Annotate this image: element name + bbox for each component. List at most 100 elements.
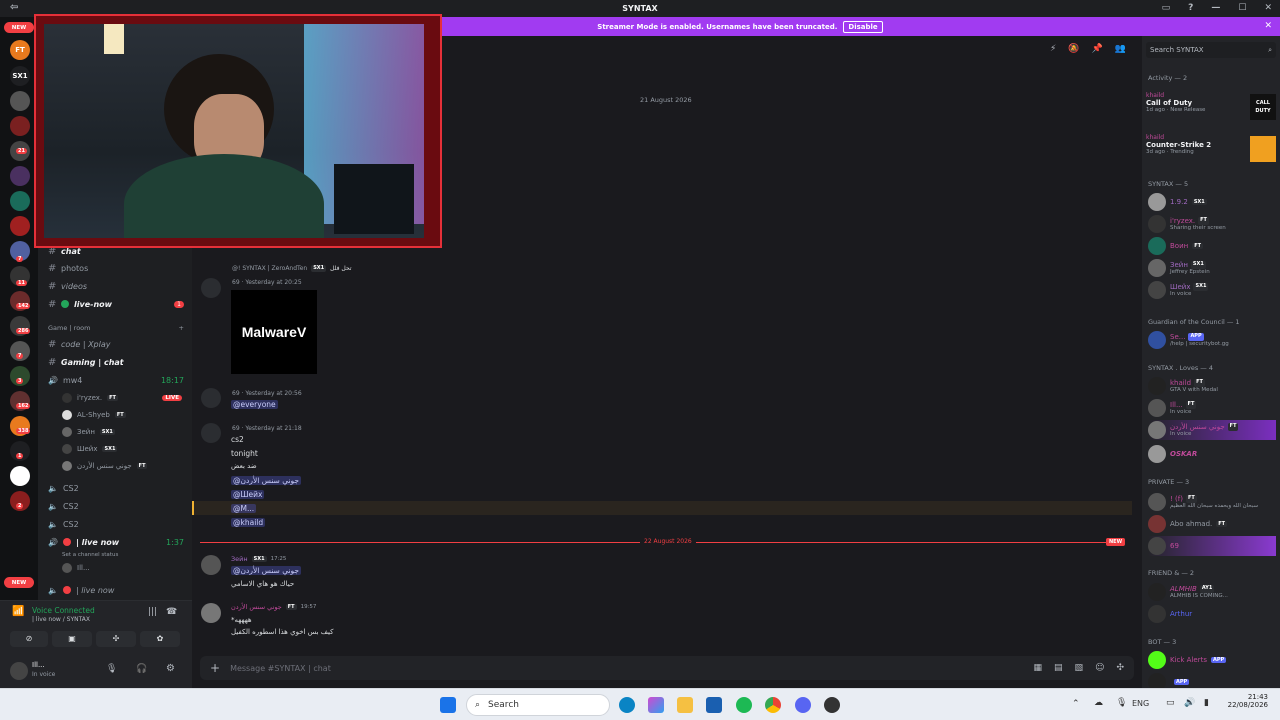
clock[interactable]: 21:43 22/08/2026	[1222, 693, 1268, 709]
back-icon[interactable]: ⇦	[10, 2, 18, 13]
activity-card[interactable]: khaild Counter-Strike 2 3d ago · Trendin…	[1146, 134, 1276, 168]
disconnect-icon[interactable]: ☎	[166, 607, 177, 617]
member-item[interactable]: جوني سنس الأردن FT In voice	[1148, 420, 1276, 440]
copilot-icon[interactable]	[648, 697, 664, 713]
server-ft[interactable]: FT	[10, 40, 30, 60]
sticker-icon[interactable]: ▧	[1075, 663, 1084, 673]
store-icon[interactable]	[706, 697, 722, 713]
member-item[interactable]: Шейх SX1 In voice	[1148, 280, 1276, 300]
channel-live-now[interactable]: # live-now 1	[48, 297, 184, 311]
member-item[interactable]: Зейн SX1 Jeffrey Epstein	[1148, 258, 1276, 278]
gif-icon[interactable]: ▤	[1054, 663, 1063, 673]
member-item[interactable]: Ill... FT In voice	[1148, 398, 1276, 418]
activity-card[interactable]: khaild Call of Duty 1d ago · New Release…	[1146, 92, 1276, 126]
tray-chevron-icon[interactable]: ⌃	[1072, 699, 1080, 709]
voice-user[interactable]: جوني سنس الأردن FT	[62, 459, 148, 473]
mic-icon[interactable]: 🎙	[106, 664, 117, 674]
member-item[interactable]: Abo ahmad. FT	[1148, 514, 1276, 534]
avatar[interactable]	[201, 555, 221, 575]
member-item[interactable]: OSKAR	[1148, 444, 1276, 464]
member-item[interactable]: APP	[1148, 672, 1276, 688]
maximize-button[interactable]: ☐	[1238, 3, 1246, 13]
voice-user[interactable]: i'ryzex. FT LIVE	[62, 391, 182, 405]
message-input[interactable]: Message #SYNTAX | chat	[230, 664, 1033, 673]
voice-channel-cs2[interactable]: 🔈 CS2	[48, 517, 184, 531]
members-icon[interactable]: 👥	[1115, 44, 1126, 54]
notification-icon[interactable]: 🔕	[1068, 44, 1079, 54]
signal-icon[interactable]: 📶	[12, 606, 24, 617]
server-icon[interactable]	[10, 216, 30, 236]
language-indicator[interactable]: ENG	[1132, 699, 1149, 708]
add-channel-icon[interactable]: +	[179, 324, 184, 332]
noise-icon[interactable]: |||	[148, 607, 157, 617]
new-pill-top[interactable]: NEW	[4, 22, 34, 33]
mic-tray-icon[interactable]: 🎙	[1116, 698, 1127, 708]
app-icon[interactable]	[824, 697, 840, 713]
voice-channel-live-now[interactable]: 🔊 | live now 1:37	[48, 535, 184, 549]
channel-gaming-chat[interactable]: # Gaming | chat	[48, 355, 184, 369]
avatar[interactable]	[10, 662, 28, 680]
avatar[interactable]	[201, 278, 221, 298]
server-icon[interactable]	[10, 191, 30, 211]
voice-channel-live-now-2[interactable]: 🔈 | live now	[48, 583, 184, 597]
mention[interactable]: @جوني سنس الأردن	[231, 476, 302, 485]
member-item[interactable]: 1.9.2 SX1	[1148, 192, 1276, 212]
member-item[interactable]: Воин FT	[1148, 236, 1276, 256]
category-game-room[interactable]: Game | room +	[48, 321, 184, 335]
member-item[interactable]: ALMHIB AY1 ALMHIB IS COMING...	[1148, 582, 1276, 602]
screen-share-icon[interactable]: ▣	[52, 631, 92, 647]
gift-icon[interactable]: ▦	[1034, 663, 1043, 673]
author-name[interactable]: جوني سنس الأردن	[231, 603, 282, 611]
voice-channel-cs2[interactable]: 🔈 CS2	[48, 499, 184, 513]
avatar[interactable]	[201, 603, 221, 623]
battery-icon[interactable]: ▮	[1204, 698, 1209, 708]
add-attachment-icon[interactable]: +	[210, 661, 220, 675]
help-icon[interactable]: ?	[1188, 3, 1193, 13]
notice-close-button[interactable]: ✕	[1040, 17, 1280, 36]
member-item[interactable]: Arthur	[1148, 604, 1276, 624]
voice-channel[interactable]: | live now / SYNTAX	[32, 616, 90, 623]
disable-button[interactable]: Disable	[843, 20, 883, 33]
voice-user[interactable]: Зейн SX1	[62, 425, 115, 439]
channel-code[interactable]: # code | Xplay	[48, 337, 184, 351]
edge-icon[interactable]	[619, 697, 635, 713]
cloud-icon[interactable]: ☁	[1094, 698, 1103, 708]
camera-off-icon[interactable]: ⊘	[10, 631, 48, 647]
avatar[interactable]	[201, 423, 221, 443]
author-name[interactable]: 69	[232, 279, 240, 286]
author-name[interactable]: Зейн	[231, 555, 248, 563]
member-item[interactable]: ! (f) FT سبحان الله وبحمده سبحان الله العظ…	[1148, 492, 1276, 512]
soundboard-icon[interactable]: ✿	[140, 631, 180, 647]
voice-user[interactable]: Шейх SX1	[62, 442, 118, 456]
search-input[interactable]: Search SYNTAX ⌕	[1146, 42, 1276, 58]
threads-icon[interactable]: ⚡	[1050, 44, 1056, 54]
voice-channel-cs2[interactable]: 🔈 CS2	[48, 481, 184, 495]
attachment-image[interactable]: MalwareV	[231, 290, 317, 374]
emoji-icon[interactable]: ☺	[1095, 663, 1104, 673]
avatar[interactable]	[201, 388, 221, 408]
mention[interactable]: @Шейх	[231, 490, 265, 499]
headset-icon[interactable]: 🎧	[136, 664, 147, 674]
voice-user[interactable]: AL-Shyeb FT	[62, 408, 126, 422]
member-item[interactable]: Se... APP/help | securitybot.gg	[1148, 330, 1276, 350]
taskbar-search[interactable]: ⌕ Search	[466, 694, 610, 716]
activities-icon[interactable]: ✣	[96, 631, 136, 647]
reply-preview[interactable]: @! SYNTAX | ZeroAndTen SX1 تحل فلل	[232, 265, 352, 272]
server-sx1[interactable]: SX1	[10, 66, 30, 86]
mention[interactable]: @جوني سنس الأردن	[231, 566, 302, 575]
pin-icon[interactable]: 📌	[1092, 44, 1103, 54]
server-icon[interactable]	[10, 116, 30, 136]
voice-user[interactable]: Ill...	[62, 561, 90, 575]
new-pill-bottom[interactable]: NEW	[4, 577, 34, 588]
set-channel-status[interactable]: Set a channel status	[62, 548, 118, 562]
settings-gear-icon[interactable]: ⚙	[166, 663, 175, 674]
discord-icon[interactable]	[795, 697, 811, 713]
channel-videos[interactable]: # videos	[48, 279, 184, 293]
member-item[interactable]: khaild FT GTA V with Medal	[1148, 376, 1276, 396]
channel-photos[interactable]: # photos	[48, 261, 184, 275]
spotify-icon[interactable]	[736, 697, 752, 713]
chrome-icon[interactable]	[765, 697, 781, 713]
member-item[interactable]: 69	[1148, 536, 1276, 556]
mention[interactable]: @M...	[231, 504, 257, 513]
member-item[interactable]: i'ryzex. FT Sharing their screen	[1148, 214, 1276, 234]
